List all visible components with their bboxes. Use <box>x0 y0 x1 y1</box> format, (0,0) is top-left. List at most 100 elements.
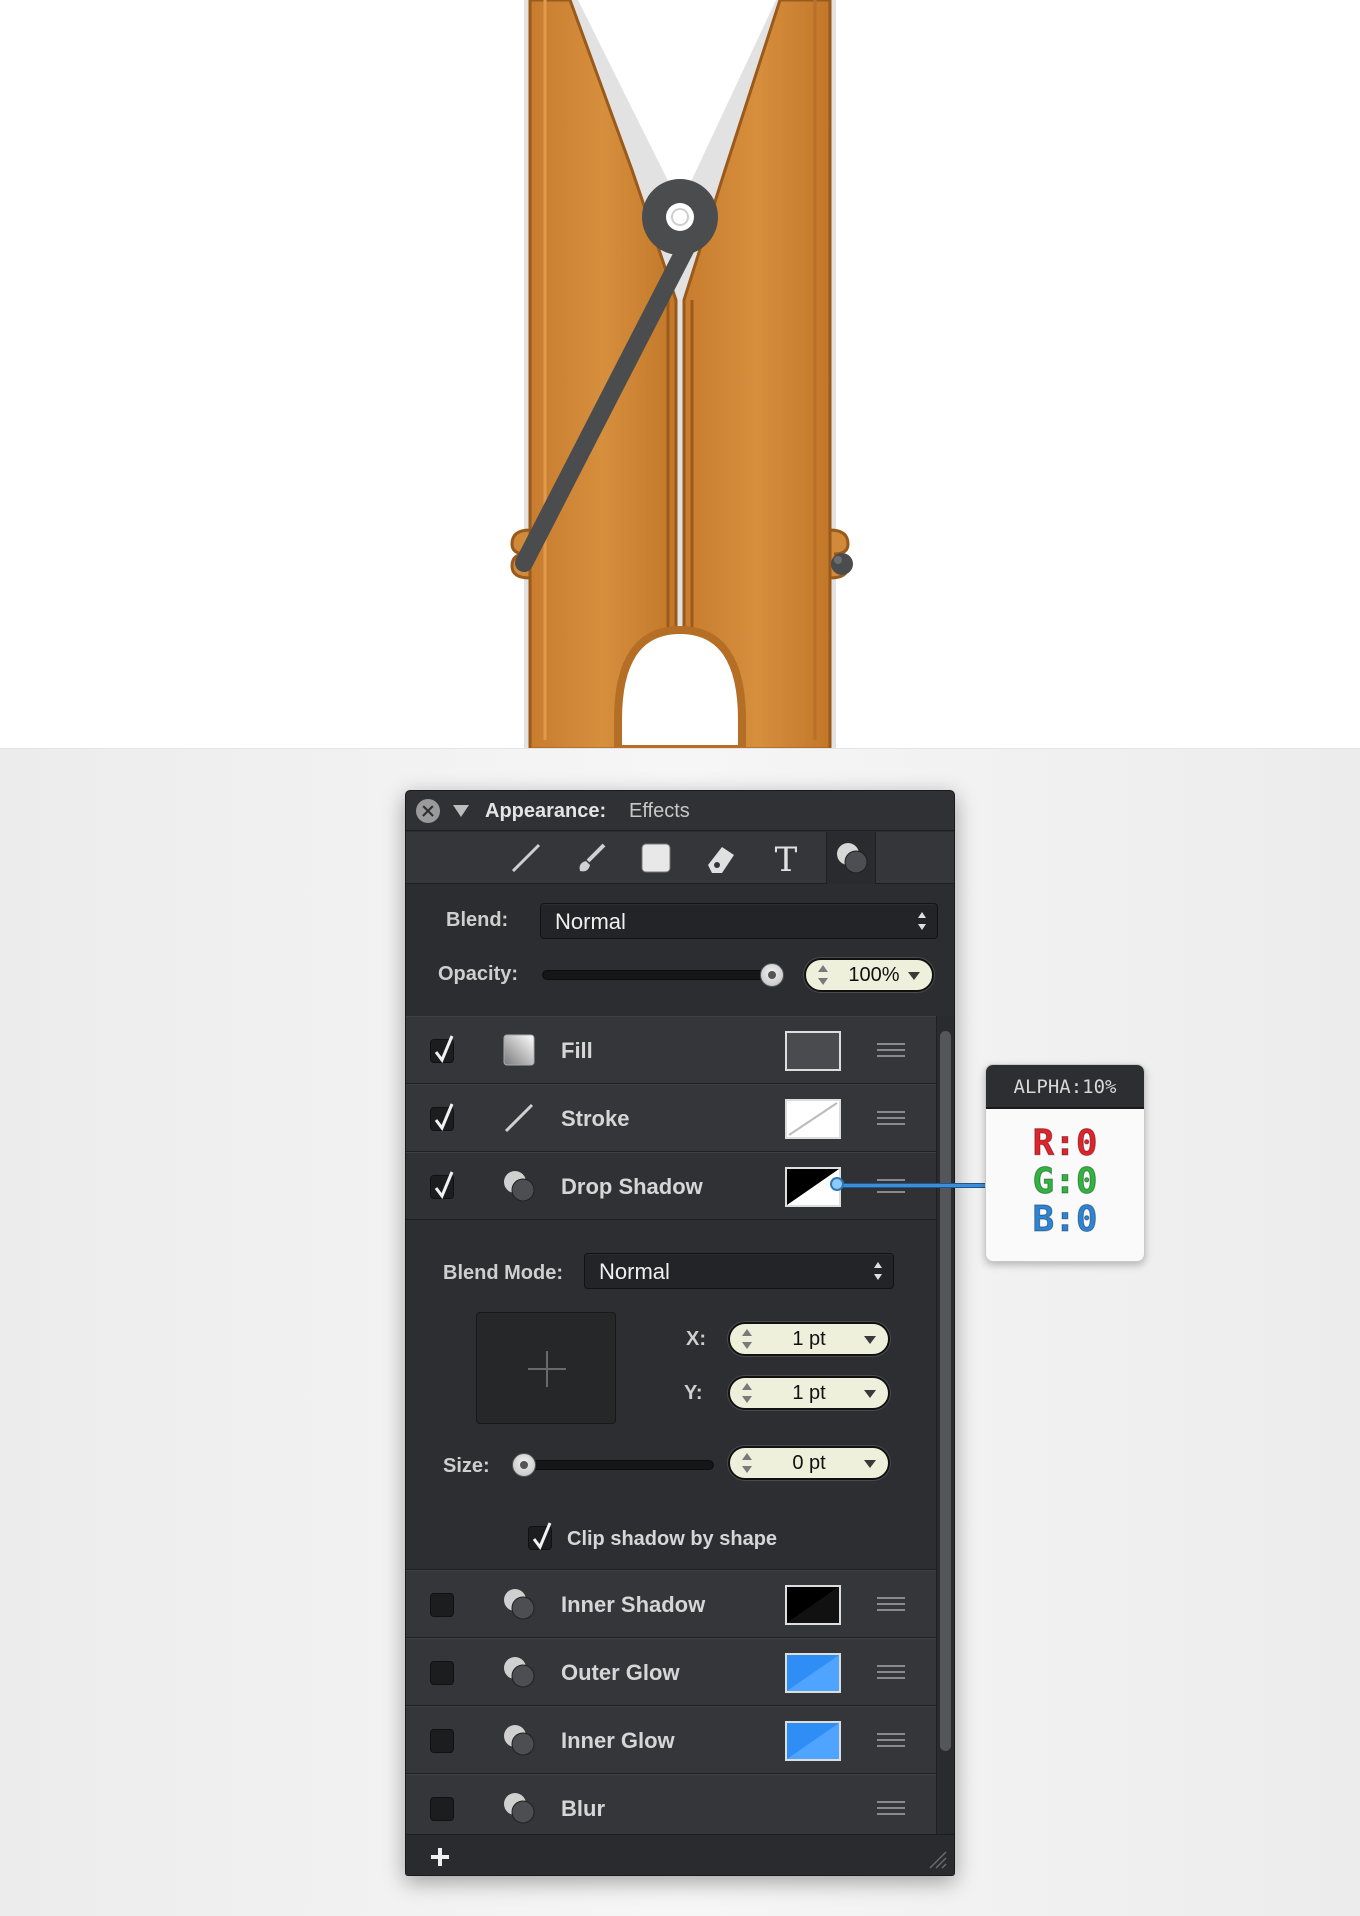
blur-checkbox[interactable] <box>430 1797 454 1821</box>
stroke-color-swatch[interactable] <box>785 1099 841 1139</box>
eraser-tool-icon[interactable] <box>696 839 746 877</box>
effect-circles-icon <box>504 1657 535 1688</box>
drag-handle-icon[interactable] <box>877 1801 905 1817</box>
spring-end-right <box>831 553 853 575</box>
drag-handle-icon[interactable] <box>877 1665 905 1681</box>
opacity-label: Opacity: <box>438 963 519 985</box>
blue-value: B:0 <box>1032 1199 1098 1240</box>
drag-handle-icon[interactable] <box>877 1111 905 1127</box>
drag-handle-icon[interactable] <box>877 1733 905 1749</box>
stepper-dropdown-icon[interactable] <box>864 1336 876 1344</box>
add-effect-icon[interactable] <box>430 1847 450 1867</box>
blend-mode-select[interactable]: Normal <box>584 1253 894 1289</box>
select-arrows-icon <box>873 1262 883 1282</box>
fill-tool-icon[interactable] <box>631 839 681 877</box>
x-value: 1 pt <box>792 1328 826 1350</box>
text-tool-icon[interactable]: T <box>761 839 811 877</box>
rgb-readout: R:0 G:0 B:0 <box>986 1123 1144 1240</box>
stepper-up-icon[interactable] <box>818 965 828 972</box>
brush-tool-icon[interactable] <box>566 839 616 877</box>
x-label: X: <box>686 1328 706 1350</box>
red-value: R:0 <box>1032 1123 1098 1164</box>
x-stepper[interactable]: 1 pt <box>728 1322 890 1356</box>
fill-checkbox[interactable] <box>430 1035 454 1063</box>
effect-row-inner-shadow[interactable]: Inner Shadow <box>406 1570 936 1638</box>
resize-grip-icon[interactable] <box>926 1848 948 1870</box>
color-callout: ALPHA:10% R:0 G:0 B:0 <box>985 1064 1145 1262</box>
effect-circles-icon <box>504 1725 535 1756</box>
size-label: Size: <box>443 1455 490 1477</box>
effects-scrollbar[interactable] <box>936 1016 954 1834</box>
effect-label: Inner Glow <box>561 1728 675 1753</box>
scrollbar-thumb[interactable] <box>940 1031 951 1751</box>
inner-glow-color-swatch[interactable] <box>785 1721 841 1761</box>
outer-glow-color-swatch[interactable] <box>785 1653 841 1693</box>
outer-glow-checkbox[interactable] <box>430 1661 454 1685</box>
opacity-value: 100% <box>848 964 900 986</box>
size-slider-track[interactable] <box>512 1460 714 1470</box>
size-value: 0 pt <box>792 1452 826 1474</box>
clothespin-hole <box>614 625 746 748</box>
stepper-down-icon[interactable] <box>742 1466 752 1473</box>
select-arrows-icon <box>917 912 927 932</box>
effect-label: Blur <box>561 1796 605 1821</box>
green-value: G:0 <box>1032 1161 1098 1202</box>
effect-circles-icon <box>504 1793 535 1824</box>
callout-anchor-dot <box>830 1177 844 1191</box>
stroke-tool-icon[interactable] <box>501 839 551 877</box>
inner-shadow-color-swatch[interactable] <box>785 1585 841 1625</box>
opacity-slider-knob[interactable] <box>760 963 784 987</box>
clip-shadow-checkbox[interactable] <box>528 1522 552 1550</box>
effect-label: Inner Shadow <box>561 1592 706 1617</box>
opacity-slider-track[interactable] <box>542 970 782 980</box>
effects-tool-icon[interactable] <box>826 832 876 884</box>
stepper-down-icon[interactable] <box>818 978 828 985</box>
blend-label: Blend: <box>446 909 509 931</box>
line-icon <box>504 1103 534 1133</box>
effect-circles-icon <box>504 1171 535 1202</box>
close-icon[interactable] <box>416 799 440 823</box>
effect-label: Stroke <box>561 1106 630 1131</box>
blend-select-value: Normal <box>555 909 626 934</box>
panel-toolbar: T <box>406 832 954 884</box>
effect-row-stroke[interactable]: Stroke <box>406 1084 936 1152</box>
fill-color-swatch[interactable] <box>785 1031 841 1071</box>
blend-mode-value: Normal <box>599 1259 670 1284</box>
drag-handle-icon[interactable] <box>877 1597 905 1613</box>
size-slider-knob[interactable] <box>512 1453 536 1477</box>
offset-pad[interactable] <box>476 1312 616 1424</box>
effect-row-fill[interactable]: Fill <box>406 1016 936 1084</box>
inner-glow-checkbox[interactable] <box>430 1729 454 1753</box>
effect-row-blur[interactable]: Blur <box>406 1774 936 1842</box>
stepper-down-icon[interactable] <box>742 1396 752 1403</box>
drop-shadow-settings: Blend Mode: Normal X: 1 pt Y: 1 pt Size: <box>406 1220 936 1570</box>
opacity-stepper[interactable]: 100% <box>804 958 934 992</box>
clip-shadow-label[interactable]: Clip shadow by shape <box>567 1528 777 1551</box>
blend-mode-label: Blend Mode: <box>443 1262 563 1284</box>
y-value: 1 pt <box>792 1382 826 1404</box>
artboard-canvas <box>0 0 1360 749</box>
drop-shadow-checkbox[interactable] <box>430 1171 454 1199</box>
inner-shadow-checkbox[interactable] <box>430 1593 454 1617</box>
drag-handle-icon[interactable] <box>877 1043 905 1059</box>
stepper-dropdown-icon[interactable] <box>864 1460 876 1468</box>
disclosure-triangle-icon[interactable] <box>453 805 469 817</box>
size-stepper[interactable]: 0 pt <box>728 1446 890 1480</box>
y-stepper[interactable]: 1 pt <box>728 1376 890 1410</box>
panel-titlebar[interactable]: Appearance: Effects <box>406 791 954 831</box>
appearance-panel: Appearance: Effects T Blend: Normal Opac… <box>405 790 955 1876</box>
blend-select[interactable]: Normal <box>540 903 938 939</box>
stroke-checkbox[interactable] <box>430 1103 454 1131</box>
panel-title-value: Effects <box>629 800 690 822</box>
effect-row-inner-glow[interactable]: Inner Glow <box>406 1706 936 1774</box>
effect-label: Fill <box>561 1038 593 1063</box>
stepper-up-icon[interactable] <box>742 1453 752 1460</box>
stepper-up-icon[interactable] <box>742 1329 752 1336</box>
effect-row-outer-glow[interactable]: Outer Glow <box>406 1638 936 1706</box>
stepper-up-icon[interactable] <box>742 1383 752 1390</box>
stepper-down-icon[interactable] <box>742 1342 752 1349</box>
stepper-dropdown-icon[interactable] <box>864 1390 876 1398</box>
stepper-dropdown-icon[interactable] <box>908 972 920 980</box>
y-label: Y: <box>684 1382 703 1404</box>
clothespin-illustration <box>510 0 853 748</box>
